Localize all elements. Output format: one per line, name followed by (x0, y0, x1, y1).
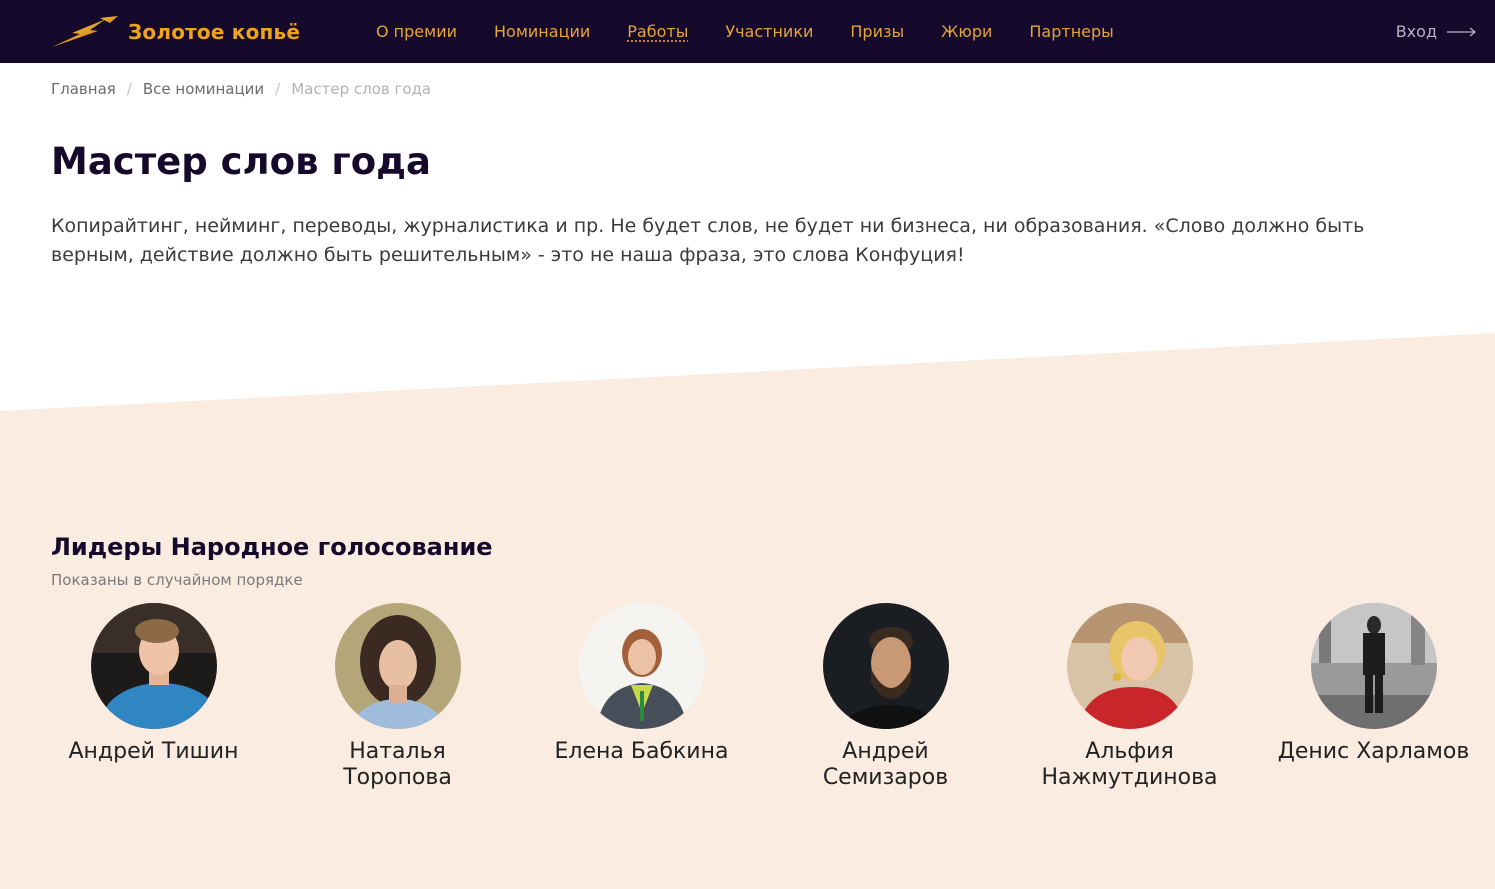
avatar (578, 603, 705, 729)
leader-card[interactable]: Андрей Тишин (51, 603, 256, 765)
breadcrumb-current: Мастер слов года (291, 80, 432, 98)
leader-name: Елена Бабкина (554, 739, 729, 764)
nav-item-partners[interactable]: Партнеры (1029, 22, 1113, 41)
avatar (334, 603, 461, 729)
leader-name: Андрей Семизаров (822, 739, 949, 790)
leader-card[interactable]: Альфия Нажмутдинова (1027, 603, 1232, 791)
breadcrumb-home[interactable]: Главная (51, 80, 116, 98)
nav-item-works[interactable]: Работы (627, 22, 688, 41)
leaders-subtitle: Показаны в случайном порядке (51, 571, 303, 589)
nav-item-prizes[interactable]: Призы (850, 22, 904, 41)
leaders-title: Лидеры Народное голосование (51, 533, 493, 561)
breadcrumb-separator: / (275, 80, 281, 98)
nav-item-jury[interactable]: Жюри (941, 22, 992, 41)
leader-card[interactable]: Денис Харламов (1271, 603, 1476, 765)
page-title: Мастер слов года (51, 140, 431, 183)
logo[interactable]: Золотое копьё (50, 12, 300, 52)
top-navbar: Золотое копьё О премии Номинации Работы … (0, 0, 1495, 63)
avatar (822, 603, 949, 729)
breadcrumb-nominations[interactable]: Все номинации (143, 80, 264, 98)
avatar (1066, 603, 1193, 729)
spear-logo-icon (52, 16, 118, 47)
leader-name: Андрей Тишин (68, 739, 239, 764)
logo-text: Золотое копьё (128, 20, 301, 44)
leader-name: Альфия Нажмутдинова (1041, 739, 1218, 790)
login-button[interactable]: Вход (1396, 0, 1477, 63)
avatar (90, 603, 217, 729)
main-nav: О премии Номинации Работы Участники Приз… (376, 0, 1151, 63)
arrow-right-icon (1447, 26, 1477, 37)
leader-card[interactable]: Наталья Торопова (295, 603, 500, 791)
breadcrumb: Главная / Все номинации / Мастер слов го… (51, 80, 431, 98)
login-label: Вход (1395, 22, 1437, 41)
leader-name: Наталья Торопова (343, 739, 452, 790)
leader-card[interactable]: Андрей Семизаров (783, 603, 988, 791)
nav-item-about[interactable]: О премии (376, 22, 457, 41)
leaders-list: Андрей Тишин Наталья Торопова Елена Бабк… (51, 603, 1469, 823)
breadcrumb-separator: / (126, 80, 132, 98)
nomination-description: Копирайтинг, нейминг, переводы, журналис… (51, 215, 1365, 266)
nav-item-participants[interactable]: Участники (725, 22, 813, 41)
leader-card[interactable]: Елена Бабкина (539, 603, 744, 765)
leader-name: Денис Харламов (1277, 739, 1470, 764)
nav-item-nominations[interactable]: Номинации (494, 22, 590, 41)
avatar (1310, 603, 1437, 729)
